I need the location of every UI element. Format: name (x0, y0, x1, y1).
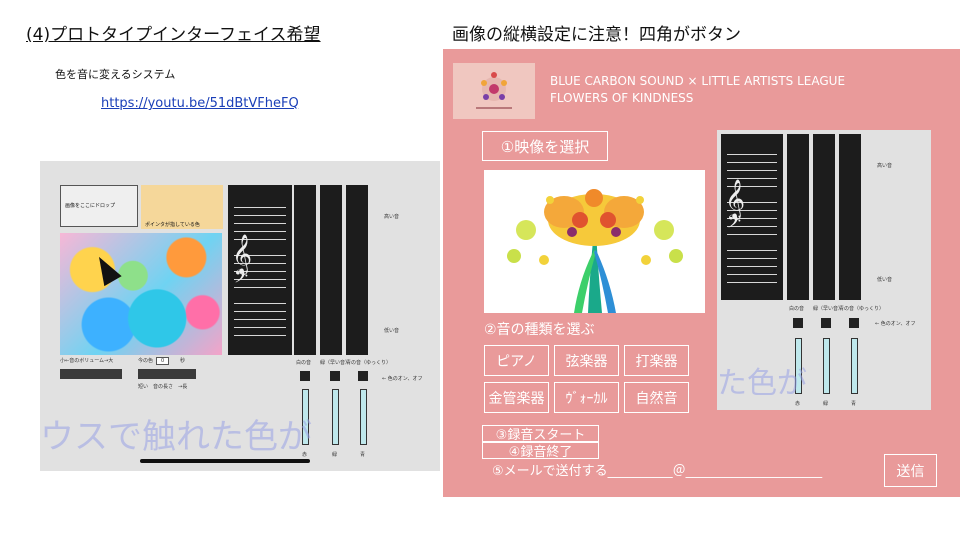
flowers-logo (453, 63, 535, 119)
blue-sound-column (839, 134, 861, 300)
left-description: 色を音に変えるシステム (55, 68, 176, 81)
duration-unit: 秒 (180, 358, 186, 364)
music-staff-panel: 𝄞 𝄢 (228, 185, 292, 355)
duration-input[interactable]: 0 (156, 357, 170, 365)
piano-button[interactable]: ピアノ (484, 345, 549, 376)
col-label-white: 白の音 (789, 306, 805, 312)
prototype-screenshot: 画像をここにドロップ ポインタが指している色 𝄞 𝄢 高い音 低い音 白の音 緑… (40, 161, 440, 471)
col-label-white: 白の音 (296, 360, 312, 366)
col-label-blue: 青の音（ゆっくり） (346, 360, 392, 366)
email-send-label: ⑤メールで送付する__________＠____________________… (492, 464, 823, 479)
image-drop-zone[interactable]: 画像をここにドロップ (60, 185, 138, 227)
white-sound-column (294, 185, 316, 355)
strings-button[interactable]: 弦楽器 (554, 345, 619, 376)
blue-toggle[interactable] (358, 371, 368, 381)
color-onoff-label: ← 色のオン、オフ (875, 321, 916, 327)
video-preview (484, 170, 705, 313)
youtube-link[interactable]: https://youtu.be/51dBtVFheFQ (101, 96, 299, 111)
bottom-label-blue: 青 (360, 452, 366, 458)
high-sound-label: 高い音 (877, 163, 893, 169)
high-sound-label: 高い音 (384, 214, 400, 220)
overlay-caption: た色が (717, 366, 807, 401)
duration-label: 今の色 (138, 358, 154, 364)
blue-toggle[interactable] (849, 318, 859, 328)
bottom-label-green: 緑 (823, 401, 829, 407)
left-section-title: (4)プロトタイプインターフェイス希望 (26, 25, 321, 45)
length-slider[interactable] (138, 369, 196, 379)
green-sound-column (320, 185, 342, 355)
green-toggle[interactable] (821, 318, 831, 328)
vocal-button[interactable]: ｳﾞｫｰｶﾙ (554, 382, 619, 413)
volume-slider[interactable] (60, 369, 122, 379)
pointer-color-swatch: ポインタが指している色 (141, 185, 223, 229)
record-stop-button[interactable]: ④録音終了 (482, 442, 599, 460)
nature-sound-button[interactable]: 自然音 (624, 382, 689, 413)
select-video-button[interactable]: ①映像を選択 (482, 131, 608, 161)
home-indicator (140, 459, 310, 463)
green-toggle[interactable] (330, 371, 340, 381)
bottom-label-blue: 青 (851, 401, 857, 407)
blue-sound-column (346, 185, 368, 355)
banner-title: BLUE CARBON SOUND × LITTLE ARTISTS LEAGU… (550, 74, 846, 88)
green-level-slider[interactable] (332, 389, 339, 445)
right-section-title: 画像の縦横設定に注意！四角がボタン (452, 25, 741, 45)
low-sound-label: 低い音 (384, 328, 400, 334)
low-sound-label: 低い音 (877, 277, 893, 283)
length-label: 短い 音の長さ →長 (138, 384, 188, 390)
app-panel: BLUE CARBON SOUND × LITTLE ARTISTS LEAGU… (443, 49, 960, 497)
bass-clef-icon: 𝄢 (234, 267, 249, 292)
green-sound-column (813, 134, 835, 300)
overlay-caption: ウスで触れた色が (40, 417, 312, 457)
red-toggle[interactable] (793, 318, 803, 328)
bottom-label-green: 緑 (332, 452, 338, 458)
treble-clef-icon: 𝄞 (232, 234, 253, 274)
white-sound-column (787, 134, 809, 300)
volume-label: 小←音のボリューム→大 (60, 358, 114, 364)
col-label-blue: 青の音（ゆっくり） (839, 306, 885, 312)
send-button[interactable]: 送信 (884, 454, 937, 487)
music-staff-panel: 𝄞 𝄢 (721, 134, 783, 300)
flower-logo-icon (476, 72, 512, 109)
blue-level-slider[interactable] (360, 389, 367, 445)
red-toggle[interactable] (300, 371, 310, 381)
brass-button[interactable]: 金管楽器 (484, 382, 549, 413)
record-start-button[interactable]: ③録音スタート (482, 425, 599, 443)
banner-subtitle: FLOWERS OF KINDNESS (550, 91, 694, 105)
sound-panel-screenshot: 𝄞 𝄢 高い音 低い音 白の音 緑（早い音） 青の音（ゆっくり） ← 色のオン、… (717, 130, 931, 410)
sound-type-label: ②音の種類を選ぶ (484, 322, 595, 338)
flower-artwork-icon (484, 170, 705, 313)
painting-image[interactable] (60, 233, 222, 355)
green-level-slider[interactable] (823, 338, 830, 394)
blue-level-slider[interactable] (851, 338, 858, 394)
bass-clef-icon: 𝄢 (727, 212, 742, 237)
percussion-button[interactable]: 打楽器 (624, 345, 689, 376)
treble-clef-icon: 𝄞 (725, 179, 746, 219)
color-onoff-label: ← 色のオン、オフ (382, 376, 423, 382)
